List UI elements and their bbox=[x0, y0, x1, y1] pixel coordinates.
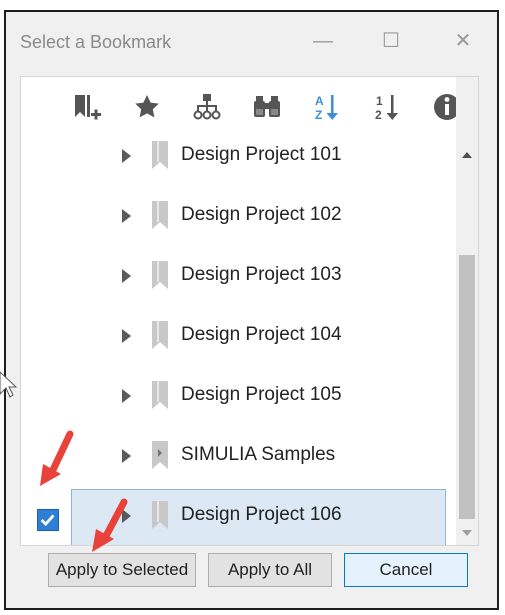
bookmark-panel: AZ 12 Design Project 101 Design Project … bbox=[20, 76, 479, 546]
bookmark-icon bbox=[152, 261, 168, 289]
bookmark-icon bbox=[152, 501, 168, 529]
svg-text:1: 1 bbox=[376, 94, 383, 108]
expand-arrow-icon[interactable] bbox=[119, 145, 133, 167]
binoculars-search-icon[interactable] bbox=[249, 89, 285, 125]
expand-arrow-icon[interactable] bbox=[119, 385, 133, 407]
list-item[interactable]: Design Project 101 bbox=[21, 129, 458, 185]
maximize-button[interactable]: ☐ bbox=[374, 26, 408, 56]
scroll-down-icon[interactable] bbox=[460, 527, 474, 539]
list-item[interactable]: Design Project 103 bbox=[21, 249, 458, 305]
annotation-arrow-apply-selected bbox=[92, 498, 128, 552]
dialog-title: Select a Bookmark bbox=[20, 32, 172, 52]
minimize-button[interactable]: — bbox=[306, 26, 340, 56]
scroll-up-icon[interactable] bbox=[460, 149, 474, 161]
bookmark-icon bbox=[152, 321, 168, 349]
close-button[interactable]: ✕ bbox=[446, 26, 480, 56]
bookmark-label: SIMULIA Samples bbox=[181, 444, 336, 465]
cancel-button[interactable]: Cancel bbox=[344, 553, 468, 587]
svg-text:Z: Z bbox=[315, 108, 322, 122]
bookmark-icon bbox=[152, 141, 168, 169]
bookmark-label: Design Project 102 bbox=[181, 204, 342, 225]
expand-arrow-icon[interactable] bbox=[119, 445, 133, 467]
checkmark-icon bbox=[40, 514, 55, 527]
select-bookmark-dialog: Select a Bookmark — ☐ ✕ AZ 1 2 Design Pr… bbox=[4, 10, 499, 610]
selected-checkbox[interactable] bbox=[37, 509, 59, 531]
bookmark-icon bbox=[152, 201, 168, 229]
sort-numeric-icon[interactable]: 12 bbox=[369, 89, 405, 125]
list-item[interactable]: Design Project 105 bbox=[21, 369, 458, 425]
annotation-arrow-checkbox bbox=[40, 430, 74, 486]
bookmark-toolbar: AZ 12 bbox=[21, 77, 478, 137]
expand-arrow-icon[interactable] bbox=[119, 205, 133, 227]
bookmark-icon bbox=[152, 381, 168, 409]
expand-arrow-icon[interactable] bbox=[119, 325, 133, 347]
apply-to-all-button[interactable]: Apply to All bbox=[208, 553, 332, 587]
expand-arrow-icon[interactable] bbox=[119, 265, 133, 287]
bookmark-label: Design Project 103 bbox=[181, 264, 342, 285]
list-item[interactable]: SIMULIA Samples bbox=[21, 429, 458, 485]
bookmark-label: Design Project 105 bbox=[181, 384, 342, 405]
vertical-scrollbar[interactable] bbox=[456, 77, 478, 545]
mouse-cursor-icon bbox=[0, 371, 18, 398]
bookmark-list: Design Project 101 Design Project 102 De… bbox=[21, 137, 458, 545]
bookmark-label: Design Project 104 bbox=[181, 324, 342, 345]
scrollbar-thumb[interactable] bbox=[459, 255, 475, 519]
list-item[interactable]: Design Project 104 bbox=[21, 309, 458, 365]
svg-text:2: 2 bbox=[375, 108, 382, 122]
samples-bookmark-icon bbox=[152, 441, 168, 469]
hierarchy-tree-icon[interactable] bbox=[189, 89, 225, 125]
list-item[interactable]: Design Project 102 bbox=[21, 189, 458, 245]
add-bookmark-icon[interactable] bbox=[69, 89, 105, 125]
bookmark-label: Design Project 101 bbox=[181, 144, 342, 165]
title-bar: Select a Bookmark — ☐ ✕ bbox=[6, 12, 497, 70]
sort-alpha-icon[interactable]: AZ bbox=[309, 89, 345, 125]
favorite-star-icon[interactable] bbox=[129, 89, 165, 125]
bookmark-label: Design Project 106 bbox=[181, 504, 342, 525]
svg-text:A: A bbox=[315, 94, 324, 108]
